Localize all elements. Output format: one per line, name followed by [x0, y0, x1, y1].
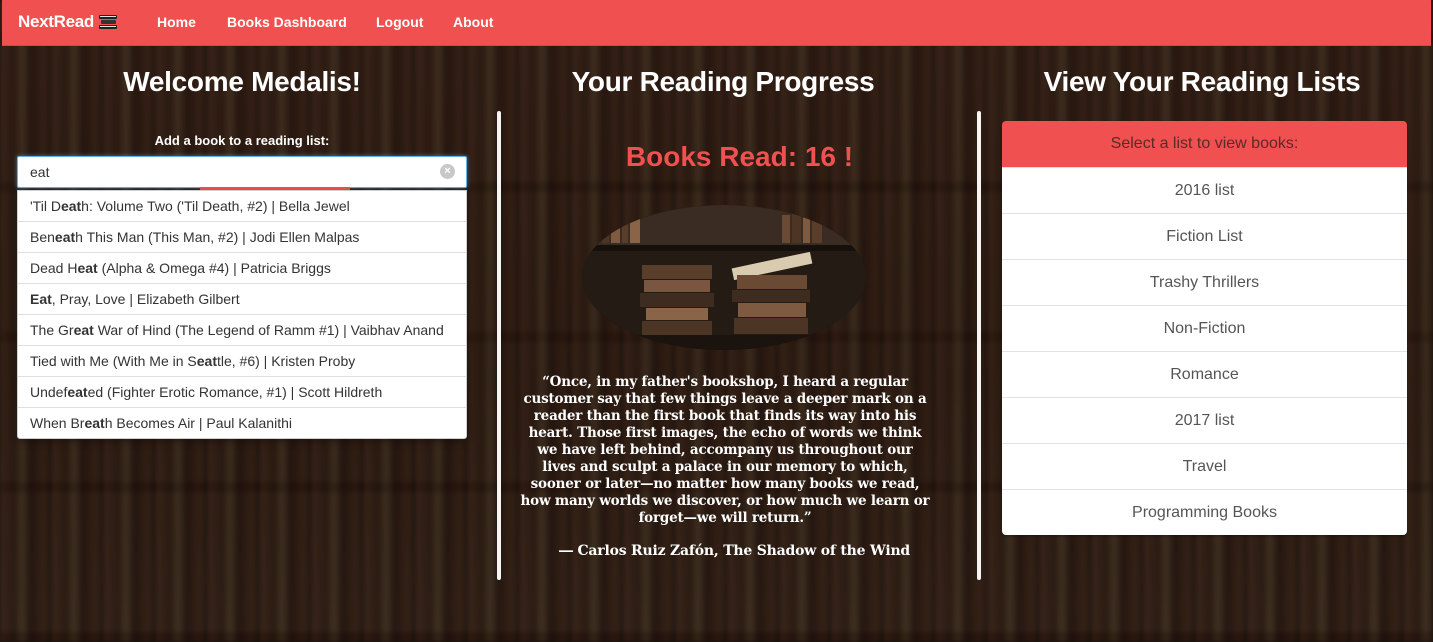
inspirational-quote: “Once, in my father's bookshop, I heard … [520, 374, 930, 526]
nav-logout-link[interactable]: Logout [376, 14, 423, 30]
reading-lists-panel: Select a list to view books: 2016 list F… [1002, 121, 1407, 535]
reading-progress-title: Your Reading Progress [571, 66, 875, 97]
nav-about-link[interactable]: About [453, 14, 493, 30]
suggestion-item[interactable]: When Breath Becomes Air | Paul Kalanithi [18, 408, 466, 438]
quote-author: ― Carlos Ruiz Zafón, The Shadow of the W… [558, 543, 911, 559]
column-divider-left [497, 111, 501, 580]
reading-lists-title: View Your Reading Lists [1043, 66, 1361, 97]
brand-name: NextRead [18, 12, 95, 31]
books-read-count: Books Read: 16 ! [625, 141, 854, 172]
column-divider-right [977, 111, 981, 580]
suggestion-item[interactable]: Beneath This Man (This Man, #2) | Jodi E… [18, 222, 466, 253]
reading-list-item[interactable]: Travel [1002, 443, 1407, 489]
reading-list-item[interactable]: Fiction List [1002, 213, 1407, 259]
nav-books-dashboard-link[interactable]: Books Dashboard [227, 14, 347, 30]
suggestion-item[interactable]: Eat, Pray, Love | Elizabeth Gilbert [18, 284, 466, 315]
welcome-title: Welcome Medalis! [123, 66, 361, 97]
suggestion-item[interactable]: 'Til Death: Volume Two ('Til Death, #2) … [18, 191, 466, 222]
suggestion-item[interactable]: Tied with Me (With Me in Seattle, #6) | … [18, 346, 466, 377]
suggestion-item[interactable]: Undefeated (Fighter Erotic Romance, #1) … [18, 377, 466, 408]
reading-list-item[interactable]: 2016 list [1002, 167, 1407, 213]
reading-list-item[interactable]: Romance [1002, 351, 1407, 397]
clear-circle-icon[interactable]: × [440, 164, 455, 179]
brand-logo[interactable]: NextRead [18, 12, 118, 32]
books-stack-image [582, 205, 866, 350]
suggestion-item[interactable]: Dead Heat (Alpha & Omega #4) | Patricia … [18, 253, 466, 284]
reading-list-item[interactable]: Programming Books [1002, 489, 1407, 535]
reading-list-item[interactable]: Trashy Thrillers [1002, 259, 1407, 305]
suggestion-item[interactable]: The Great War of Hind (The Legend of Ram… [18, 315, 466, 346]
nav-home-link[interactable]: Home [157, 14, 196, 30]
reading-list-item[interactable]: Non-Fiction [1002, 305, 1407, 351]
book-search-input[interactable] [17, 156, 467, 188]
reading-list-item[interactable]: 2017 list [1002, 397, 1407, 443]
add-book-label: Add a book to a reading list: [154, 133, 330, 148]
search-suggestions-dropdown: 'Til Death: Volume Two ('Til Death, #2) … [17, 190, 467, 439]
top-navbar: NextRead Home Books Dashboard Logout Abo… [2, 0, 1431, 46]
reading-lists-header: Select a list to view books: [1002, 121, 1407, 167]
books-icon [98, 14, 118, 30]
